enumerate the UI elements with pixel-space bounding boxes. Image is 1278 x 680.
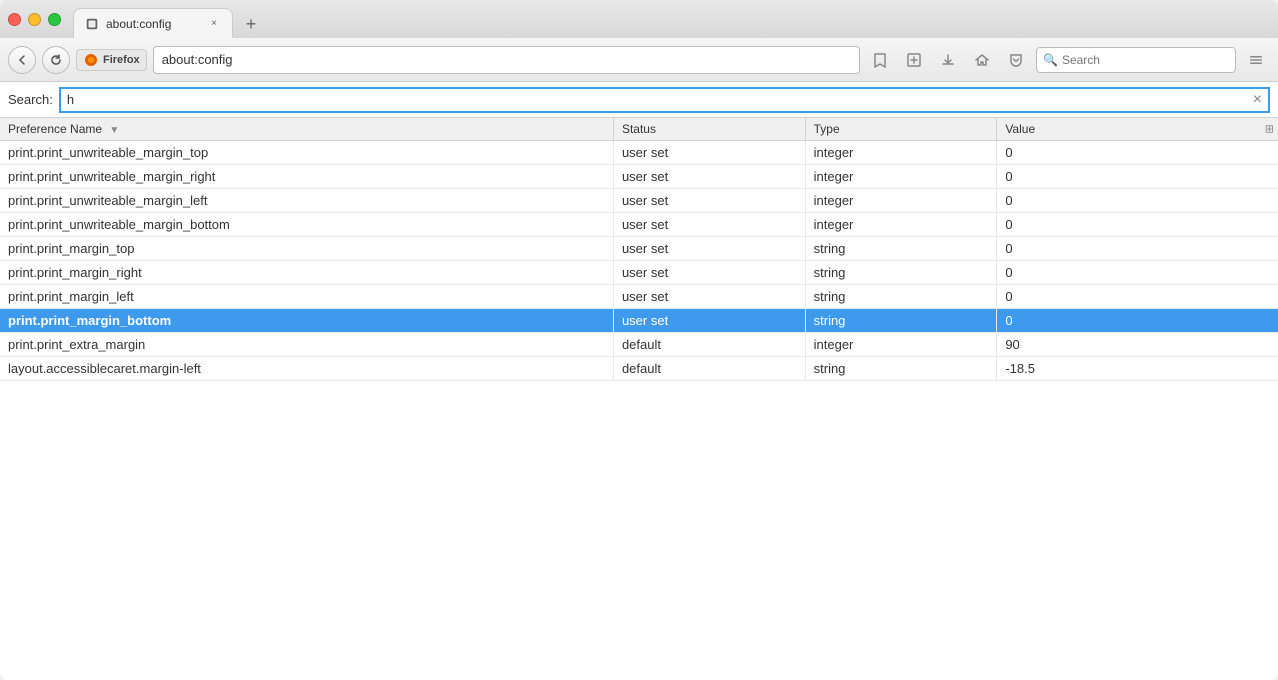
column-header-name[interactable]: Preference Name ▼ [0, 118, 613, 141]
table-row[interactable]: print.print_margin_leftuser setstring0 [0, 285, 1278, 309]
column-header-type[interactable]: Type [805, 118, 997, 141]
back-button[interactable] [8, 46, 36, 74]
cell-preference-name: layout.accessiblecaret.margin-left [0, 357, 613, 381]
tab-close-button[interactable]: × [206, 16, 222, 32]
cell-value: 0 [997, 141, 1278, 165]
cell-preference-name: print.print_unwriteable_margin_top [0, 141, 613, 165]
cell-value: 0 [997, 309, 1278, 333]
table-row[interactable]: print.print_margin_rightuser setstring0 [0, 261, 1278, 285]
cell-value: 90 [997, 333, 1278, 357]
table-row[interactable]: print.print_extra_margindefaultinteger90 [0, 333, 1278, 357]
save-button[interactable] [900, 46, 928, 74]
table-row[interactable]: layout.accessiblecaret.margin-leftdefaul… [0, 357, 1278, 381]
cell-status: default [613, 333, 805, 357]
firefox-badge[interactable]: Firefox [76, 49, 147, 71]
browser-window: about:config × + Firefox about:config [0, 0, 1278, 680]
table-row[interactable]: print.print_unwriteable_margin_rightuser… [0, 165, 1278, 189]
url-text: about:config [162, 52, 233, 67]
home-button[interactable] [968, 46, 996, 74]
column-icon: ⊞ [1265, 123, 1274, 136]
search-clear-button[interactable]: × [1253, 91, 1262, 109]
cell-value: -18.5 [997, 357, 1278, 381]
cell-preference-name: print.print_unwriteable_margin_bottom [0, 213, 613, 237]
cell-status: user set [613, 261, 805, 285]
search-input[interactable] [67, 92, 1253, 107]
cell-preference-name: print.print_margin_left [0, 285, 613, 309]
cell-type: string [805, 285, 997, 309]
column-header-status[interactable]: Status [613, 118, 805, 141]
menu-button[interactable] [1242, 46, 1270, 74]
column-header-value[interactable]: Value ⊞ [997, 118, 1278, 141]
cell-type: string [805, 309, 997, 333]
cell-type: integer [805, 141, 997, 165]
cell-type: integer [805, 189, 997, 213]
cell-status: default [613, 357, 805, 381]
table-row[interactable]: print.print_unwriteable_margin_leftuser … [0, 189, 1278, 213]
minimize-button[interactable] [28, 13, 41, 26]
cell-value: 0 [997, 213, 1278, 237]
url-bar[interactable]: about:config [153, 46, 860, 74]
toolbar-search-input[interactable] [1062, 53, 1217, 67]
cell-value: 0 [997, 237, 1278, 261]
cell-preference-name: print.print_unwriteable_margin_left [0, 189, 613, 213]
tab-favicon [84, 16, 100, 32]
firefox-label: Firefox [103, 54, 140, 66]
table-row[interactable]: print.print_unwriteable_margin_topuser s… [0, 141, 1278, 165]
active-tab[interactable]: about:config × [73, 8, 233, 38]
close-button[interactable] [8, 13, 21, 26]
cell-type: integer [805, 165, 997, 189]
traffic-lights [8, 13, 61, 26]
cell-type: string [805, 357, 997, 381]
table-row[interactable]: print.print_unwriteable_margin_bottomuse… [0, 213, 1278, 237]
search-label: Search: [8, 92, 53, 107]
toolbar-search-icon: 🔍 [1043, 53, 1058, 67]
cell-type: string [805, 261, 997, 285]
titlebar: about:config × + [0, 0, 1278, 38]
cell-preference-name: print.print_extra_margin [0, 333, 613, 357]
cell-value: 0 [997, 285, 1278, 309]
reload-button[interactable] [42, 46, 70, 74]
config-table: Preference Name ▼ Status Type Value ⊞ [0, 118, 1278, 381]
new-tab-button[interactable]: + [237, 10, 265, 38]
search-input-wrap: × [59, 87, 1270, 113]
maximize-button[interactable] [48, 13, 61, 26]
cell-type: integer [805, 333, 997, 357]
config-search-bar: Search: × [0, 82, 1278, 118]
table-row[interactable]: print.print_margin_bottomuser setstring0 [0, 309, 1278, 333]
tab-title: about:config [106, 17, 200, 31]
cell-preference-name: print.print_unwriteable_margin_right [0, 165, 613, 189]
cell-preference-name: print.print_margin_right [0, 261, 613, 285]
download-button[interactable] [934, 46, 962, 74]
toolbar-search[interactable]: 🔍 [1036, 47, 1236, 73]
cell-type: integer [805, 213, 997, 237]
pocket-button[interactable] [1002, 46, 1030, 74]
bookmark-button[interactable] [866, 46, 894, 74]
cell-type: string [805, 237, 997, 261]
table-row[interactable]: print.print_margin_topuser setstring0 [0, 237, 1278, 261]
cell-status: user set [613, 141, 805, 165]
cell-value: 0 [997, 189, 1278, 213]
cell-status: user set [613, 285, 805, 309]
cell-value: 0 [997, 165, 1278, 189]
cell-preference-name: print.print_margin_bottom [0, 309, 613, 333]
cell-status: user set [613, 309, 805, 333]
cell-status: user set [613, 213, 805, 237]
cell-status: user set [613, 165, 805, 189]
config-table-container: Preference Name ▼ Status Type Value ⊞ [0, 118, 1278, 680]
sort-indicator: ▼ [109, 125, 119, 136]
table-body: print.print_unwriteable_margin_topuser s… [0, 141, 1278, 381]
cell-status: user set [613, 189, 805, 213]
cell-status: user set [613, 237, 805, 261]
table-header-row: Preference Name ▼ Status Type Value ⊞ [0, 118, 1278, 141]
cell-value: 0 [997, 261, 1278, 285]
browser-toolbar: Firefox about:config [0, 38, 1278, 82]
tab-bar: about:config × + [73, 0, 265, 38]
cell-preference-name: print.print_margin_top [0, 237, 613, 261]
